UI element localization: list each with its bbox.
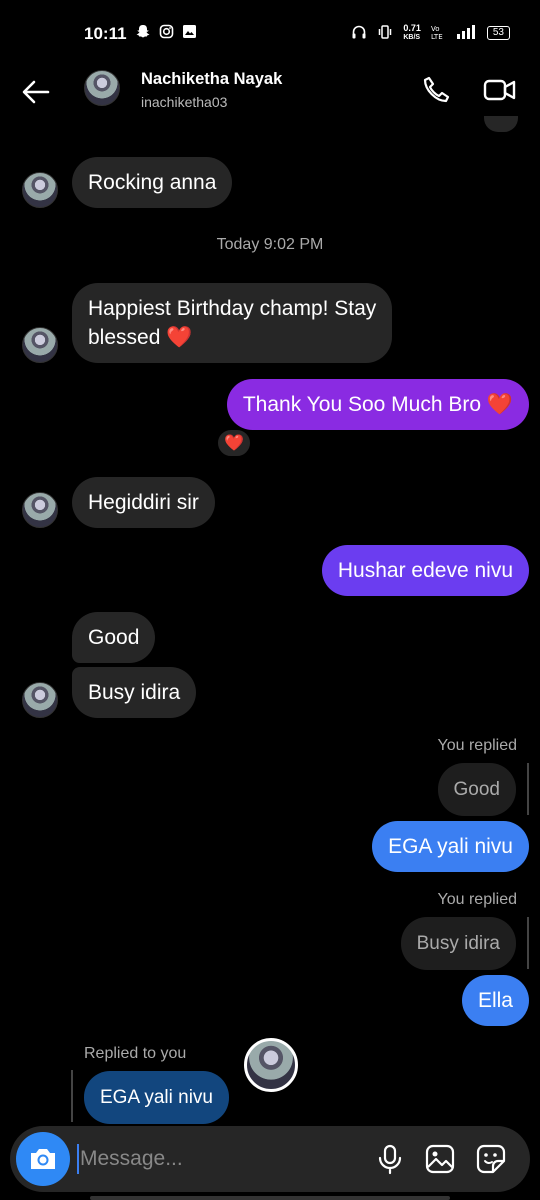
reply-label: Replied to you <box>84 1045 187 1062</box>
status-notification-icons <box>136 24 197 39</box>
message-line: Happiest Birthday champ! Stay <box>88 297 377 320</box>
reply-bar <box>527 917 529 969</box>
message-composer <box>10 1126 530 1192</box>
sticker-icon[interactable] <box>475 1143 507 1175</box>
sent-message[interactable]: EGA yali nivu <box>372 821 529 872</box>
sent-message[interactable]: Ella <box>461 975 529 1026</box>
vibrate-icon <box>377 24 393 42</box>
message-timestamp: Today 9:02 PM <box>216 236 324 253</box>
sender-avatar <box>22 327 58 363</box>
back-arrow-icon[interactable] <box>20 76 52 108</box>
quoted-message[interactable]: Good <box>437 763 516 816</box>
sender-avatar <box>22 682 58 718</box>
svg-text:LTE: LTE <box>431 33 443 40</box>
received-message[interactable]: Good <box>72 612 156 663</box>
contact-avatar[interactable] <box>84 70 120 106</box>
quoted-message[interactable]: Busy idira <box>400 917 516 970</box>
network-speed-value: 0.71 <box>403 23 421 33</box>
received-message[interactable]: Happiest Birthday champ! Stay blessed ❤️ <box>72 283 393 363</box>
status-system-icons: 0.71 KB/S Vo LTE 53 <box>351 24 510 42</box>
sender-avatar <box>22 172 58 208</box>
sent-message[interactable]: Hushar edeve nivu <box>321 545 529 596</box>
status-bar: 10:11 0.71 KB/S Vo LTE 53 <box>0 0 540 66</box>
received-message[interactable]: Busy idira <box>72 667 197 718</box>
sent-message[interactable]: Thank You Soo Much Bro ❤️ <box>226 379 529 430</box>
headphones-icon <box>351 24 367 42</box>
reply-bar <box>71 1070 73 1122</box>
gallery-icon[interactable] <box>424 1143 456 1175</box>
svg-text:Vo: Vo <box>431 25 440 33</box>
camera-button[interactable] <box>16 1132 70 1186</box>
message-line: blessed ❤️ <box>88 326 193 349</box>
quoted-message[interactable]: EGA yali nivu <box>84 1071 229 1124</box>
status-time: 10:11 <box>84 24 127 43</box>
reply-label: You replied <box>437 737 517 754</box>
received-message[interactable]: Rocking anna <box>72 157 233 208</box>
heart-reaction[interactable]: ❤️ <box>216 428 252 458</box>
video-call-icon[interactable] <box>483 74 517 106</box>
signal-icon <box>455 24 477 42</box>
volte-icon: Vo LTE <box>431 24 445 42</box>
received-message[interactable]: Hegiddiri sir <box>72 477 215 528</box>
phone-call-icon[interactable] <box>420 74 452 106</box>
contact-name[interactable]: Nachiketha Nayak <box>141 70 282 89</box>
snapchat-icon <box>136 24 151 39</box>
sender-avatar <box>22 492 58 528</box>
seen-indicator-avatar <box>244 1038 298 1092</box>
battery-indicator: 53 <box>486 26 510 40</box>
chat-header: Nachiketha Nayak inachiketha03 <box>0 66 540 116</box>
microphone-icon[interactable] <box>374 1143 406 1175</box>
gesture-nav-bar <box>90 1196 450 1200</box>
reply-bar <box>527 763 529 815</box>
partial-reaction <box>484 116 518 132</box>
message-input[interactable] <box>80 1142 370 1176</box>
contact-username[interactable]: inachiketha03 <box>141 94 227 110</box>
instagram-icon <box>159 24 174 39</box>
camera-icon <box>31 1149 55 1169</box>
reply-label: You replied <box>437 891 517 908</box>
text-cursor <box>77 1144 79 1174</box>
network-speed-unit: KB/S <box>403 34 421 41</box>
gallery-notification-icon <box>182 24 197 39</box>
network-speed: 0.71 KB/S <box>403 24 421 42</box>
